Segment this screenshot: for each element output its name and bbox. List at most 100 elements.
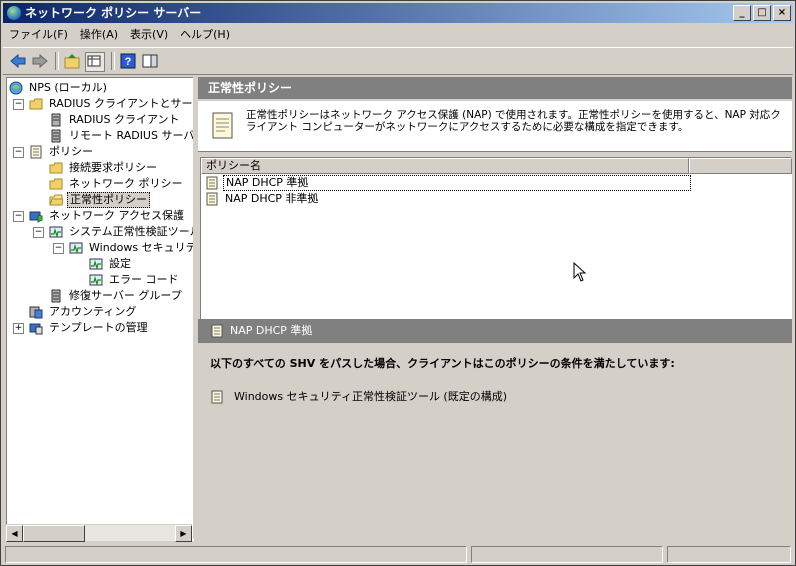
title-bar[interactable]: ネットワーク ポリシー サーバー _ □ × (3, 3, 793, 23)
menu-help[interactable]: ヘルプ(H) (174, 25, 236, 45)
policy-document-icon (212, 112, 233, 139)
page-title: 正常性ポリシー (208, 81, 293, 95)
forward-arrow-icon[interactable] (31, 52, 49, 70)
nap-shield-icon (29, 211, 43, 223)
tree-label: RADIUS クライアントとサーバー (49, 97, 193, 110)
policy-document-icon (211, 324, 223, 338)
toolbar: ? (3, 47, 793, 75)
list-header: ポリシー名 (201, 158, 792, 174)
tree-label: ネットワーク ポリシー (69, 177, 183, 190)
tree-item-radius-clients[interactable]: RADIUS クライアント (13, 112, 193, 128)
templates-icon (29, 323, 43, 335)
tree-label: システム正常性検証ツール (69, 225, 194, 238)
tree-label: ネットワーク アクセス保護 (49, 209, 184, 222)
column-blank[interactable] (689, 158, 792, 174)
server-icon (51, 113, 61, 127)
server-globe-icon (9, 81, 23, 95)
content-header: 正常性ポリシー (198, 77, 792, 99)
collapse-icon[interactable]: − (53, 243, 64, 254)
tree-pane[interactable]: NPS (ローカル) − RADIUS クライアントとサーバー RADIUS ク… (6, 77, 194, 541)
folder-icon (29, 98, 43, 110)
pane-splitter[interactable] (193, 77, 197, 539)
menu-bar: ファイル(F) 操作(A) 表示(V) ヘルプ(H) (3, 25, 793, 45)
status-bar (3, 544, 793, 564)
scroll-left-button[interactable]: ◀ (6, 525, 23, 542)
list-item[interactable]: NAP DHCP 準拠 (205, 175, 785, 191)
tree-item-settings[interactable]: 設定 (13, 256, 193, 272)
menu-file[interactable]: ファイル(F) (3, 25, 74, 45)
detail-lead-text: 以下のすべての SHV をパスした場合、クライアントはこのポリシーの条件を満たし… (210, 357, 675, 370)
server-group-icon (51, 289, 61, 303)
tree-label: テンプレートの管理 (49, 321, 148, 334)
tree-item-remote-radius[interactable]: リモート RADIUS サーバー (13, 128, 193, 144)
tree-item-remediation[interactable]: 修復サーバー グループ (13, 288, 193, 304)
tree-item-network-policy[interactable]: ネットワーク ポリシー (13, 176, 193, 192)
tree-item-templates[interactable]: + テンプレートの管理 (13, 320, 193, 336)
list-item[interactable]: NAP DHCP 非準拠 (205, 191, 785, 207)
description-text: 正常性ポリシーはネットワーク アクセス保護 (NAP) で使用されます。正常性ポ… (246, 109, 781, 133)
tree-item-accounting[interactable]: アカウンティング (13, 304, 193, 320)
tree-label: 接続要求ポリシー (69, 161, 157, 174)
tree-label: リモート RADIUS サーバー (69, 129, 194, 142)
health-monitor-icon (89, 258, 103, 271)
mouse-cursor-icon (573, 262, 587, 282)
expand-icon[interactable]: + (13, 323, 24, 334)
health-monitor-icon (49, 226, 63, 239)
tree-item-health-policy[interactable]: 正常性ポリシー (13, 192, 193, 208)
tree-item-shv[interactable]: − システム正常性検証ツール (13, 224, 193, 240)
open-folder-icon (49, 194, 63, 206)
tree-label: 正常性ポリシー (67, 192, 150, 208)
close-button[interactable]: × (773, 5, 791, 21)
menu-action[interactable]: 操作(A) (74, 25, 124, 45)
collapse-icon[interactable]: − (13, 99, 24, 110)
collapse-icon[interactable]: − (13, 211, 24, 222)
tree-label: エラー コード (109, 273, 179, 286)
tree-label: 修復サーバー グループ (69, 289, 182, 302)
detail-header: NAP DHCP 準拠 (198, 319, 792, 343)
help-icon[interactable]: ? (119, 52, 137, 70)
tree-label: RADIUS クライアント (69, 113, 180, 126)
scroll-thumb[interactable] (23, 525, 85, 542)
tree-item-radius[interactable]: − RADIUS クライアントとサーバー (13, 96, 193, 112)
tree-item-nps[interactable]: NPS (ローカル) (9, 80, 193, 96)
health-monitor-icon (69, 242, 83, 255)
column-policy-name[interactable]: ポリシー名 (201, 158, 689, 174)
tree-label: 設定 (109, 257, 131, 270)
server-group-icon (51, 129, 61, 143)
list-item-label: NAP DHCP 準拠 (223, 175, 691, 191)
tree-label: アカウンティング (49, 305, 137, 318)
show-hide-tree-icon[interactable] (85, 52, 105, 72)
tree-item-windows-shv[interactable]: − Windows セキュリティ正 (13, 240, 193, 256)
policy-document-icon (206, 192, 218, 206)
collapse-icon[interactable]: − (33, 227, 44, 238)
detail-body: 以下のすべての SHV をパスした場合、クライアントはこのポリシーの条件を満たし… (198, 343, 792, 539)
tree-label: NPS (ローカル) (29, 81, 107, 94)
accounting-icon (29, 306, 43, 319)
scroll-right-button[interactable]: ▶ (175, 525, 192, 542)
action-pane-icon[interactable] (141, 52, 159, 70)
menu-view[interactable]: 表示(V) (124, 25, 174, 45)
description-box: 正常性ポリシーはネットワーク アクセス保護 (NAP) で使用されます。正常性ポ… (198, 101, 792, 152)
tree-label: Windows セキュリティ正 (89, 241, 194, 254)
policy-document-icon (30, 145, 42, 159)
app-window: ネットワーク ポリシー サーバー _ □ × ファイル(F) 操作(A) 表示(… (0, 0, 796, 566)
nps-app-icon (7, 6, 21, 20)
tree-item-nap[interactable]: − ネットワーク アクセス保護 (13, 208, 193, 224)
window-title: ネットワーク ポリシー サーバー (25, 6, 202, 20)
policy-document-icon (211, 390, 223, 404)
minimize-button[interactable]: _ (733, 5, 751, 21)
up-folder-icon[interactable] (63, 52, 81, 70)
tree-item-connection-request[interactable]: 接続要求ポリシー (13, 160, 193, 176)
detail-title: NAP DHCP 準拠 (230, 324, 313, 337)
health-monitor-icon (89, 274, 103, 287)
tree-label: ポリシー (49, 145, 93, 158)
folder-icon (49, 162, 63, 174)
tree-item-policies[interactable]: − ポリシー (13, 144, 193, 160)
maximize-button[interactable]: □ (753, 5, 771, 21)
tree-item-error-codes[interactable]: エラー コード (13, 272, 193, 288)
collapse-icon[interactable]: − (13, 147, 24, 158)
folder-icon (49, 178, 63, 190)
back-arrow-icon[interactable] (9, 52, 27, 70)
tree-horizontal-scrollbar[interactable]: ◀ ▶ (6, 524, 192, 542)
status-cell-main (5, 546, 467, 563)
